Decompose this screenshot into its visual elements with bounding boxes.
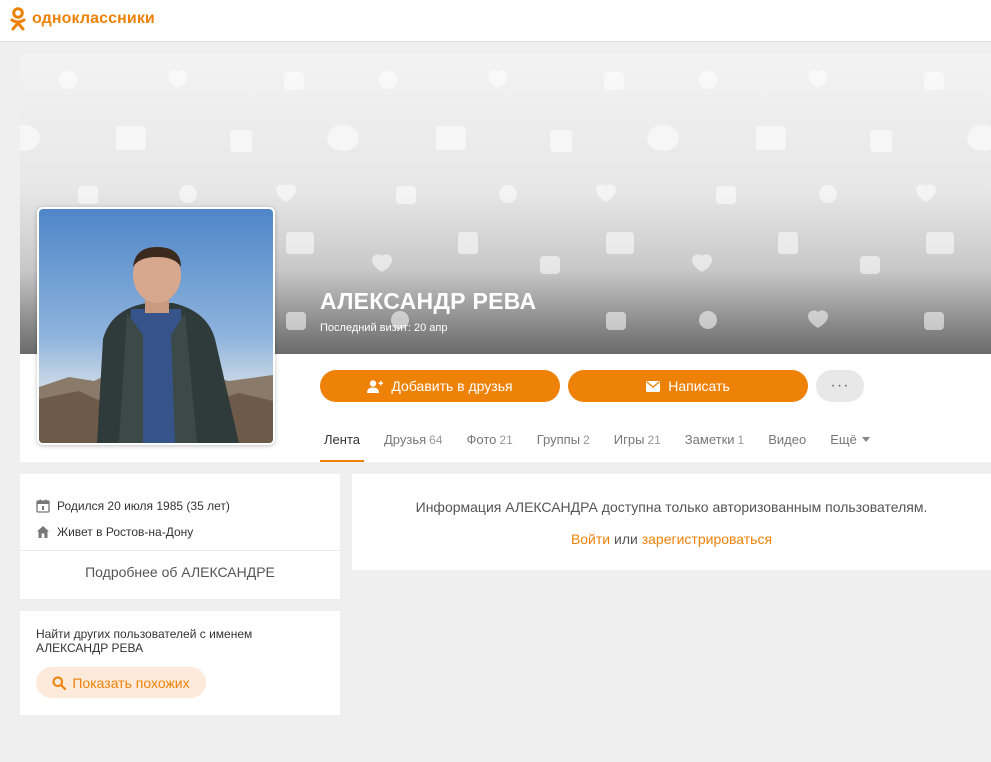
calendar-icon [36, 499, 50, 513]
login-link[interactable]: Войти [571, 531, 610, 547]
about-card: Родился 20 июля 1985 (35 лет) Живет в Ро… [20, 474, 340, 599]
divider [20, 550, 340, 551]
home-icon [37, 526, 49, 538]
add-friend-icon [367, 379, 384, 393]
more-dots-icon: ··· [830, 377, 850, 394]
profile-tabs: Лента Друзья 64 Фото 21 Группы 2 Игры 21 Зам… [320, 430, 890, 462]
more-actions-button[interactable]: ··· [816, 370, 864, 402]
profile-card: АЛЕКСАНДР РЕВА Последний визит: 20 апр Д… [20, 54, 991, 462]
tab-photos[interactable]: Фото 21 [463, 430, 517, 462]
tab-friends[interactable]: Друзья 64 [380, 430, 447, 462]
register-link[interactable]: зарегистрироваться [642, 531, 772, 547]
top-bar: одноклассники [0, 0, 991, 42]
tab-count: 2 [583, 433, 590, 447]
tab-notes[interactable]: Заметки 1 [681, 430, 748, 462]
ok-logo-icon [10, 7, 26, 31]
add-friend-label: Добавить в друзья [391, 378, 513, 394]
logo-text: одноклассники [32, 10, 155, 27]
auth-links: Войти или зарегистрироваться [352, 531, 991, 547]
profile-avatar[interactable] [37, 207, 275, 445]
auth-notice-card: Информация АЛЕКСАНДРА доступна только ав… [352, 474, 991, 570]
chevron-down-icon [861, 437, 870, 442]
location-row: Живет в Ростов-на-Дону [36, 525, 193, 539]
tab-more[interactable]: Ещё [826, 430, 874, 462]
more-about-link[interactable]: Подробнее об АЛЕКСАНДРЕ [20, 564, 340, 580]
tab-count: 21 [647, 433, 661, 447]
location-text: Живет в Ростов-на-Дону [57, 525, 194, 539]
find-similar-card: Найти других пользователей с именем АЛЕК… [20, 611, 340, 715]
tab-video[interactable]: Видео [764, 430, 810, 462]
send-message-button[interactable]: Написать [568, 370, 808, 402]
show-similar-label: Показать похожих [72, 674, 190, 691]
avatar-photo [39, 209, 273, 443]
find-similar-text: Найти других пользователей с именем АЛЕК… [36, 627, 253, 655]
tab-count: 1 [737, 433, 745, 447]
tab-groups[interactable]: Группы 2 [533, 430, 594, 462]
site-logo[interactable]: одноклассники [10, 7, 155, 31]
last-visit: Последний визит: 20 апр [320, 322, 448, 334]
send-message-label: Написать [668, 378, 730, 394]
add-friend-button[interactable]: Добавить в друзья [320, 370, 560, 402]
search-icon [52, 676, 67, 690]
tab-count: 64 [429, 433, 443, 447]
tab-games[interactable]: Игры 21 [610, 430, 665, 462]
birthday-row: Родился 20 июля 1985 (35 лет) [36, 499, 230, 513]
tab-count: 21 [499, 433, 513, 447]
or-text: или [614, 531, 638, 547]
show-similar-button[interactable]: Показать похожих [36, 667, 206, 698]
profile-name: АЛЕКСАНДР РЕВА [320, 288, 537, 314]
auth-message: Информация АЛЕКСАНДРА доступна только ав… [415, 499, 928, 515]
envelope-icon [646, 380, 661, 392]
birthday-text: Родился 20 июля 1985 (35 лет) [57, 499, 230, 513]
tab-feed[interactable]: Лента [320, 430, 364, 462]
